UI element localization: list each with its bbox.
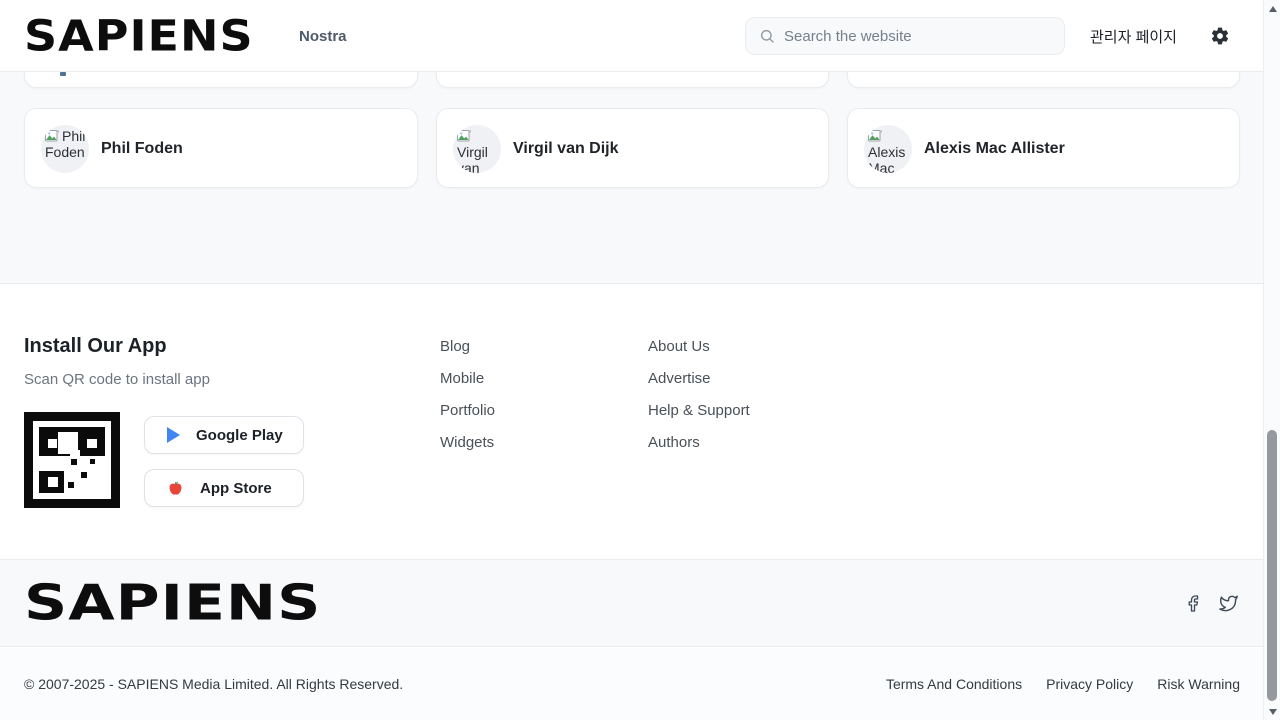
footer-nav-column-2: About Us Advertise Help & Support Author… [648, 330, 750, 458]
avatar-alt-text: Virgil van Dijk [457, 144, 488, 173]
google-play-label: Google Play [196, 427, 283, 444]
copyright-text: © 2007-2025 - SAPIENS Media Limited. All… [24, 676, 403, 692]
app-store-button[interactable]: App Store [144, 469, 304, 507]
search-box[interactable] [745, 17, 1065, 55]
avatar-alt-text: Alexis Mac Allister [868, 144, 910, 173]
app-store-label: App Store [200, 480, 272, 497]
author-name: Phil Foden [101, 109, 183, 189]
site-name: Nostra [299, 0, 347, 72]
sapiens-logo[interactable]: SAPIENS [24, 3, 254, 69]
twitter-link[interactable] [1218, 559, 1239, 647]
scrollbar[interactable] [1263, 0, 1280, 720]
footer-sapiens-logo[interactable]: SAPIENS [24, 567, 321, 639]
author-card-phil-foden[interactable]: Phil Foden Phil Foden [24, 108, 418, 188]
apple-icon [167, 480, 184, 497]
broken-image-icon [45, 130, 60, 143]
admin-page-link[interactable]: 관리자 페이지 [1090, 0, 1177, 72]
search-icon [759, 28, 775, 44]
scrollbar-thumb[interactable] [1267, 430, 1277, 701]
footer-link-about-us[interactable]: About Us [648, 330, 750, 362]
footer-link-help-support[interactable]: Help & Support [648, 394, 750, 426]
broken-image-icon [60, 72, 66, 76]
terms-and-conditions-link[interactable]: Terms And Conditions [886, 676, 1022, 692]
page: Phil Foden Phil Foden Virgil van Dijk Vi… [0, 0, 1280, 720]
install-app-subtitle: Scan QR code to install app [24, 371, 210, 388]
risk-warning-link[interactable]: Risk Warning [1157, 676, 1240, 692]
twitter-icon [1218, 594, 1239, 613]
footer-link-mobile[interactable]: Mobile [440, 362, 495, 394]
google-play-icon [167, 427, 180, 443]
legal-bar: © 2007-2025 - SAPIENS Media Limited. All… [0, 648, 1280, 720]
footer-link-advertise[interactable]: Advertise [648, 362, 750, 394]
legal-links: Terms And Conditions Privacy Policy Risk… [886, 676, 1240, 692]
footer-link-widgets[interactable]: Widgets [440, 426, 495, 458]
avatar: Virgil van Dijk [453, 125, 501, 173]
author-name: Alexis Mac Allister [924, 109, 1065, 189]
facebook-icon [1184, 594, 1202, 613]
footer-nav-column-1: Blog Mobile Portfolio Widgets [440, 330, 495, 458]
avatar: Alexis Mac Allister [864, 125, 912, 173]
header: SAPIENS Nostra 관리자 페이지 [0, 0, 1280, 72]
scrollbar-down-arrow[interactable] [1264, 703, 1280, 720]
scrollbar-up-arrow[interactable] [1264, 0, 1280, 17]
footer-link-portfolio[interactable]: Portfolio [440, 394, 495, 426]
install-app-title: Install Our App [24, 335, 167, 358]
avatar: Phil Foden [41, 125, 89, 173]
search-input[interactable] [784, 28, 1064, 45]
author-card-alexis-mac-allister[interactable]: Alexis Mac Allister Alexis Mac Allister [847, 108, 1240, 188]
facebook-link[interactable] [1184, 559, 1202, 647]
author-card-virgil-van-dijk[interactable]: Virgil van Dijk Virgil van Dijk [436, 108, 829, 188]
author-name: Virgil van Dijk [513, 109, 619, 189]
footer-link-authors[interactable]: Authors [648, 426, 750, 458]
broken-image-icon [457, 130, 472, 143]
qr-code-image [24, 412, 120, 508]
google-play-button[interactable]: Google Play [144, 416, 304, 454]
footer-link-blog[interactable]: Blog [440, 330, 495, 362]
privacy-policy-link[interactable]: Privacy Policy [1046, 676, 1133, 692]
broken-image-icon [868, 130, 883, 143]
gear-icon [1210, 26, 1230, 46]
settings-button[interactable] [1210, 26, 1232, 48]
